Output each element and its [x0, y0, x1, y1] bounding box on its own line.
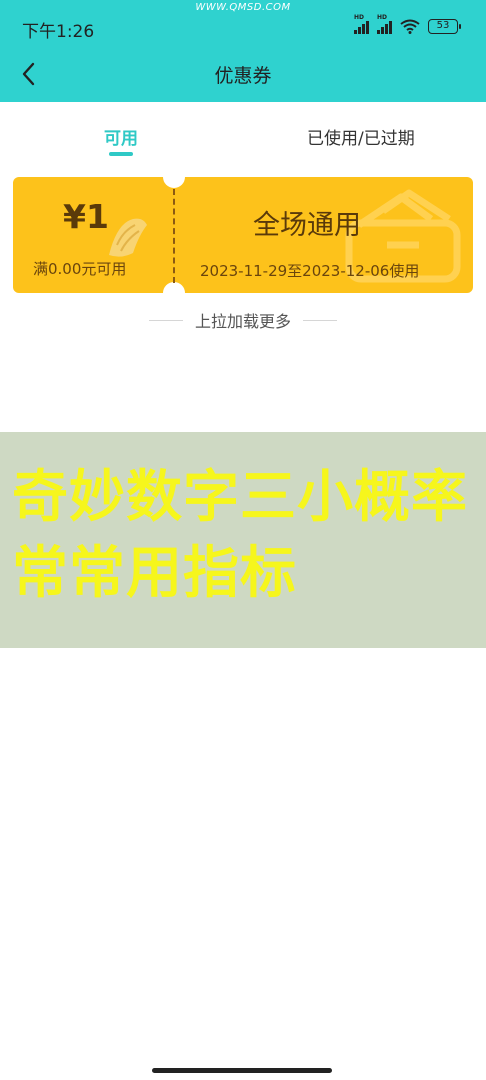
top-bar: WWW.QMSD.COM 下午1:26 HD HD 53 优惠券: [0, 0, 486, 102]
tab-label: 已使用/已过期: [307, 129, 415, 149]
signal-icon: HD: [377, 14, 392, 34]
divider-line: [148, 319, 183, 321]
tab-used-expired[interactable]: 已使用/已过期: [307, 124, 415, 149]
load-more-indicator: 上拉加载更多: [0, 308, 486, 332]
banknote-icon: [109, 218, 147, 257]
active-tab-indicator: [109, 152, 133, 156]
coupon-validity-dates: 2023-11-29至2023-12-06使用: [200, 262, 420, 280]
load-more-text: 上拉加载更多: [194, 312, 291, 331]
banner-text: 奇妙数字三小概率常常用指标: [12, 465, 468, 606]
signal-icon: HD: [354, 14, 369, 34]
coupon-name: 全场通用: [253, 210, 361, 241]
coupon-notch: [163, 177, 185, 188]
wifi-icon: [400, 19, 420, 34]
coupon-condition: 满0.00元可用: [33, 260, 127, 278]
coupon-card[interactable]: ¥1 满0.00元可用 全场通用 2023-11-29至2023-12-06使用: [13, 177, 473, 293]
coupon-amount: ¥1: [63, 197, 109, 236]
tab-available[interactable]: 可用: [104, 124, 138, 156]
watermark: WWW.QMSD.COM: [195, 2, 291, 13]
status-time: 下午1:26: [22, 22, 95, 42]
overlay-banner: 奇妙数字三小概率常常用指标: [0, 432, 486, 648]
network-label: HD: [377, 13, 388, 21]
network-label: HD: [354, 13, 365, 21]
coupon-notch: [163, 282, 185, 293]
tab-bar: 可用 已使用/已过期: [0, 102, 486, 164]
battery-icon: 53: [428, 19, 461, 34]
home-indicator[interactable]: [152, 1068, 332, 1073]
status-icons: HD HD 53: [354, 14, 461, 34]
divider-line: [303, 319, 337, 321]
coupon-divider: [173, 189, 175, 283]
page-title: 优惠券: [214, 65, 272, 87]
tab-label: 可用: [104, 129, 138, 149]
